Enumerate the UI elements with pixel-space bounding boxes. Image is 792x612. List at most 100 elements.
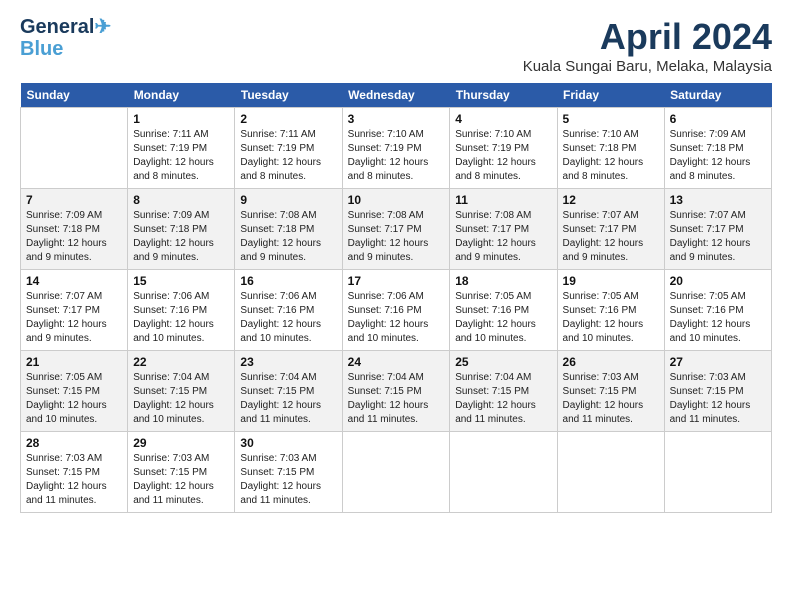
day-info: Sunrise: 7:08 AM Sunset: 7:17 PM Dayligh… <box>455 209 551 265</box>
day-number: 12 <box>563 193 659 207</box>
day-number: 26 <box>563 355 659 369</box>
calendar-cell: 16 Sunrise: 7:06 AM Sunset: 7:16 PM Dayli… <box>235 270 342 351</box>
calendar-week-row: 14 Sunrise: 7:07 AM Sunset: 7:17 PM Dayli… <box>21 270 772 351</box>
day-info: Sunrise: 7:03 AM Sunset: 7:15 PM Dayligh… <box>26 452 122 508</box>
day-number: 8 <box>133 193 229 207</box>
day-number: 20 <box>670 274 766 288</box>
day-info: Sunrise: 7:10 AM Sunset: 7:19 PM Dayligh… <box>455 128 551 184</box>
day-info: Sunrise: 7:04 AM Sunset: 7:15 PM Dayligh… <box>348 371 445 427</box>
calendar-cell: 20 Sunrise: 7:05 AM Sunset: 7:16 PM Dayli… <box>664 270 771 351</box>
calendar-cell: 22 Sunrise: 7:04 AM Sunset: 7:15 PM Dayli… <box>128 351 235 432</box>
calendar-cell: 23Sunrise: 7:04 AM Sunset: 7:15 PM Dayli… <box>235 351 342 432</box>
page-header: General✈ Blue April 2024 Kuala Sungai Ba… <box>20 16 772 75</box>
calendar-cell: 26 Sunrise: 7:03 AM Sunset: 7:15 PM Dayli… <box>557 351 664 432</box>
calendar-cell <box>342 432 450 513</box>
day-info: Sunrise: 7:05 AM Sunset: 7:16 PM Dayligh… <box>563 290 659 346</box>
calendar-cell: 24 Sunrise: 7:04 AM Sunset: 7:15 PM Dayli… <box>342 351 450 432</box>
day-info: Sunrise: 7:07 AM Sunset: 7:17 PM Dayligh… <box>26 290 122 346</box>
day-info: Sunrise: 7:03 AM Sunset: 7:15 PM Dayligh… <box>240 452 336 508</box>
calendar-cell <box>450 432 557 513</box>
day-info: Sunrise: 7:04 AM Sunset: 7:15 PM Dayligh… <box>133 371 229 427</box>
day-info: Sunrise: 7:09 AM Sunset: 7:18 PM Dayligh… <box>133 209 229 265</box>
day-number: 6 <box>670 112 766 126</box>
day-number: 13 <box>670 193 766 207</box>
day-number: 25 <box>455 355 551 369</box>
calendar-cell: 15 Sunrise: 7:06 AM Sunset: 7:16 PM Dayli… <box>128 270 235 351</box>
calendar-cell: 5Sunrise: 7:10 AM Sunset: 7:18 PM Daylig… <box>557 108 664 189</box>
day-of-week-header: Tuesday <box>235 83 342 108</box>
calendar-cell: 19 Sunrise: 7:05 AM Sunset: 7:16 PM Dayli… <box>557 270 664 351</box>
day-number: 21 <box>26 355 122 369</box>
day-number: 28 <box>26 436 122 450</box>
location: Kuala Sungai Baru, Melaka, Malaysia <box>523 58 772 75</box>
calendar-cell: 12 Sunrise: 7:07 AM Sunset: 7:17 PM Dayli… <box>557 189 664 270</box>
day-info: Sunrise: 7:04 AM Sunset: 7:15 PM Dayligh… <box>455 371 551 427</box>
day-number: 17 <box>348 274 445 288</box>
day-number: 1 <box>133 112 229 126</box>
day-number: 4 <box>455 112 551 126</box>
calendar-cell: 29Sunrise: 7:03 AM Sunset: 7:15 PM Dayli… <box>128 432 235 513</box>
day-info: Sunrise: 7:07 AM Sunset: 7:17 PM Dayligh… <box>563 209 659 265</box>
calendar-cell <box>557 432 664 513</box>
day-info: Sunrise: 7:07 AM Sunset: 7:17 PM Dayligh… <box>670 209 766 265</box>
calendar-week-row: 28 Sunrise: 7:03 AM Sunset: 7:15 PM Dayli… <box>21 432 772 513</box>
day-info: Sunrise: 7:09 AM Sunset: 7:18 PM Dayligh… <box>26 209 122 265</box>
calendar-cell: 25 Sunrise: 7:04 AM Sunset: 7:15 PM Dayli… <box>450 351 557 432</box>
day-info: Sunrise: 7:03 AM Sunset: 7:15 PM Dayligh… <box>563 371 659 427</box>
day-number: 29 <box>133 436 229 450</box>
calendar-cell: 18 Sunrise: 7:05 AM Sunset: 7:16 PM Dayli… <box>450 270 557 351</box>
calendar-cell: 17 Sunrise: 7:06 AM Sunset: 7:16 PM Dayli… <box>342 270 450 351</box>
calendar-header-row: SundayMondayTuesdayWednesdayThursdayFrid… <box>21 83 772 108</box>
day-info: Sunrise: 7:06 AM Sunset: 7:16 PM Dayligh… <box>240 290 336 346</box>
day-number: 16 <box>240 274 336 288</box>
day-info: Sunrise: 7:05 AM Sunset: 7:16 PM Dayligh… <box>455 290 551 346</box>
calendar-cell: 27Sunrise: 7:03 AM Sunset: 7:15 PM Dayli… <box>664 351 771 432</box>
calendar-cell: 11 Sunrise: 7:08 AM Sunset: 7:17 PM Dayli… <box>450 189 557 270</box>
day-info: Sunrise: 7:06 AM Sunset: 7:16 PM Dayligh… <box>133 290 229 346</box>
day-info: Sunrise: 7:05 AM Sunset: 7:16 PM Dayligh… <box>670 290 766 346</box>
calendar-cell: 4 Sunrise: 7:10 AM Sunset: 7:19 PM Daylig… <box>450 108 557 189</box>
title-block: April 2024 Kuala Sungai Baru, Melaka, Ma… <box>523 16 772 75</box>
day-number: 3 <box>348 112 445 126</box>
day-number: 15 <box>133 274 229 288</box>
calendar-cell: 21 Sunrise: 7:05 AM Sunset: 7:15 PM Dayli… <box>21 351 128 432</box>
day-number: 24 <box>348 355 445 369</box>
calendar-cell: 1 Sunrise: 7:11 AM Sunset: 7:19 PM Daylig… <box>128 108 235 189</box>
day-number: 11 <box>455 193 551 207</box>
calendar-cell: 3 Sunrise: 7:10 AM Sunset: 7:19 PM Daylig… <box>342 108 450 189</box>
day-number: 9 <box>240 193 336 207</box>
day-number: 19 <box>563 274 659 288</box>
calendar-table: SundayMondayTuesdayWednesdayThursdayFrid… <box>20 83 772 513</box>
calendar-cell <box>21 108 128 189</box>
day-info: Sunrise: 7:08 AM Sunset: 7:17 PM Dayligh… <box>348 209 445 265</box>
day-number: 10 <box>348 193 445 207</box>
calendar-cell: 8 Sunrise: 7:09 AM Sunset: 7:18 PM Daylig… <box>128 189 235 270</box>
calendar-cell: 9Sunrise: 7:08 AM Sunset: 7:18 PM Daylig… <box>235 189 342 270</box>
calendar-cell: 30 Sunrise: 7:03 AM Sunset: 7:15 PM Dayli… <box>235 432 342 513</box>
day-number: 22 <box>133 355 229 369</box>
calendar-cell: 6 Sunrise: 7:09 AM Sunset: 7:18 PM Daylig… <box>664 108 771 189</box>
day-number: 27 <box>670 355 766 369</box>
calendar-cell: 10 Sunrise: 7:08 AM Sunset: 7:17 PM Dayli… <box>342 189 450 270</box>
day-info: Sunrise: 7:11 AM Sunset: 7:19 PM Dayligh… <box>240 128 336 184</box>
calendar-cell: 2Sunrise: 7:11 AM Sunset: 7:19 PM Daylig… <box>235 108 342 189</box>
day-number: 5 <box>563 112 659 126</box>
calendar-cell: 14 Sunrise: 7:07 AM Sunset: 7:17 PM Dayli… <box>21 270 128 351</box>
day-info: Sunrise: 7:06 AM Sunset: 7:16 PM Dayligh… <box>348 290 445 346</box>
calendar-cell: 28 Sunrise: 7:03 AM Sunset: 7:15 PM Dayli… <box>21 432 128 513</box>
day-number: 23 <box>240 355 336 369</box>
day-info: Sunrise: 7:05 AM Sunset: 7:15 PM Dayligh… <box>26 371 122 427</box>
day-number: 30 <box>240 436 336 450</box>
day-number: 7 <box>26 193 122 207</box>
calendar-cell: 7 Sunrise: 7:09 AM Sunset: 7:18 PM Daylig… <box>21 189 128 270</box>
month-title: April 2024 <box>523 16 772 58</box>
day-of-week-header: Saturday <box>664 83 771 108</box>
day-number: 14 <box>26 274 122 288</box>
day-info: Sunrise: 7:09 AM Sunset: 7:18 PM Dayligh… <box>670 128 766 184</box>
day-of-week-header: Friday <box>557 83 664 108</box>
calendar-week-row: 7 Sunrise: 7:09 AM Sunset: 7:18 PM Daylig… <box>21 189 772 270</box>
day-number: 18 <box>455 274 551 288</box>
day-info: Sunrise: 7:10 AM Sunset: 7:19 PM Dayligh… <box>348 128 445 184</box>
calendar-week-row: 21 Sunrise: 7:05 AM Sunset: 7:15 PM Dayli… <box>21 351 772 432</box>
day-info: Sunrise: 7:11 AM Sunset: 7:19 PM Dayligh… <box>133 128 229 184</box>
